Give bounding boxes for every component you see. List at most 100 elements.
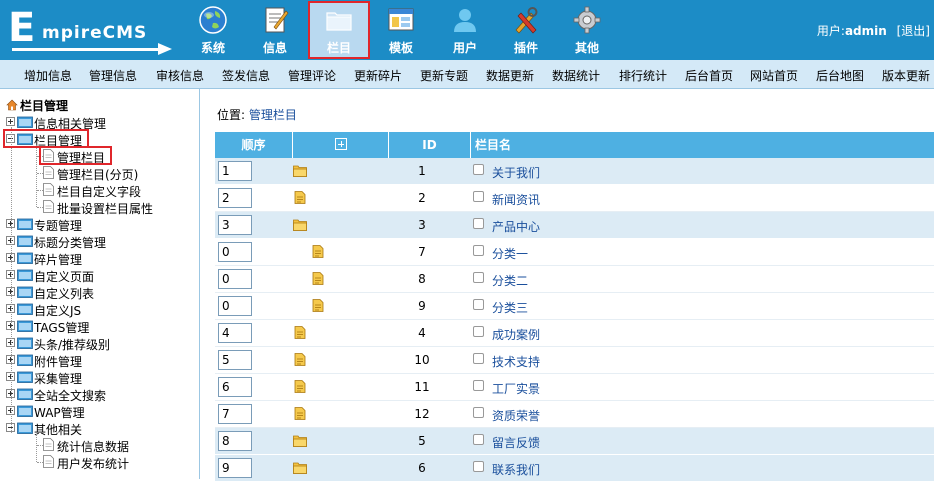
expand-icon[interactable] bbox=[6, 117, 15, 126]
category-name-link[interactable]: 成功案例 bbox=[492, 326, 540, 343]
topnav-item-3[interactable]: 模板 bbox=[373, 2, 429, 58]
category-id: 7 bbox=[418, 245, 426, 259]
category-name-link[interactable]: 资质荣誉 bbox=[492, 407, 540, 424]
subnav-item-10[interactable]: 后台首页 bbox=[685, 67, 733, 84]
subnav-item-0[interactable]: 增加信息 bbox=[24, 67, 72, 84]
tree-folder-label: 自定义JS bbox=[34, 304, 82, 318]
tree-folder-label: TAGS管理 bbox=[34, 321, 90, 335]
subnav-item-12[interactable]: 后台地图 bbox=[816, 67, 864, 84]
order-input[interactable] bbox=[218, 188, 252, 208]
category-name-link[interactable]: 工厂实景 bbox=[492, 380, 540, 397]
tree-folder-label: 碎片管理 bbox=[34, 253, 83, 267]
header-expand bbox=[293, 132, 389, 158]
select-checkbox[interactable] bbox=[473, 245, 484, 256]
select-checkbox[interactable] bbox=[473, 326, 484, 337]
category-name-link[interactable]: 分类一 bbox=[492, 245, 528, 262]
category-name-link[interactable]: 联系我们 bbox=[492, 461, 540, 478]
category-name-link[interactable]: 新闻资讯 bbox=[492, 191, 540, 208]
expand-all-icon[interactable] bbox=[334, 138, 347, 150]
folder-icon bbox=[17, 388, 33, 400]
category-name-link[interactable]: 分类三 bbox=[492, 299, 528, 316]
folder-icon[interactable] bbox=[293, 461, 307, 474]
select-checkbox[interactable] bbox=[473, 353, 484, 364]
subnav-item-1[interactable]: 管理信息 bbox=[89, 67, 137, 84]
topnav-item-4[interactable]: 用户 bbox=[437, 2, 493, 58]
tree-folder-label: 全站全文搜索 bbox=[34, 389, 107, 403]
file-icon[interactable] bbox=[293, 407, 307, 420]
subnav-item-7[interactable]: 数据更新 bbox=[486, 67, 534, 84]
folder-icon[interactable] bbox=[293, 218, 307, 231]
file-icon[interactable] bbox=[311, 272, 325, 285]
subnav-item-5[interactable]: 更新碎片 bbox=[354, 67, 402, 84]
empirecms-logo: E mpireCMS bbox=[8, 6, 178, 56]
topnav-item-5[interactable]: 插件 bbox=[498, 2, 554, 58]
subnav-item-4[interactable]: 管理评论 bbox=[288, 67, 336, 84]
subnav-item-6[interactable]: 更新专题 bbox=[420, 67, 468, 84]
order-input[interactable] bbox=[218, 269, 252, 289]
tree-folder-label: 头条/推荐级别 bbox=[34, 338, 111, 352]
topnav-item-2[interactable]: 栏目 bbox=[308, 1, 370, 59]
file-icon[interactable] bbox=[293, 191, 307, 204]
sub-navigation: 增加信息 管理信息 审核信息 签发信息 管理评论 更新碎片 更新专题 数据更新 数据统计 排行统计… bbox=[0, 60, 934, 89]
category-name-link[interactable]: 关于我们 bbox=[492, 164, 540, 181]
order-input[interactable] bbox=[218, 242, 252, 262]
order-input[interactable] bbox=[218, 215, 252, 235]
topnav-label: 栏目 bbox=[326, 41, 351, 55]
subnav-item-2[interactable]: 审核信息 bbox=[156, 67, 204, 84]
file-icon[interactable] bbox=[293, 353, 307, 366]
file-icon[interactable] bbox=[311, 299, 325, 312]
order-input[interactable] bbox=[218, 458, 252, 478]
select-checkbox[interactable] bbox=[473, 218, 484, 229]
folder-icon bbox=[17, 235, 33, 247]
logout-link[interactable]: [退出] bbox=[897, 24, 930, 38]
order-input[interactable] bbox=[218, 404, 252, 424]
file-icon[interactable] bbox=[311, 245, 325, 258]
order-input[interactable] bbox=[218, 431, 252, 451]
highlight-box bbox=[39, 146, 112, 165]
breadcrumb: 位置: 管理栏目 bbox=[217, 108, 297, 122]
folder-icon[interactable] bbox=[293, 434, 307, 447]
select-checkbox[interactable] bbox=[473, 272, 484, 283]
select-checkbox[interactable] bbox=[473, 461, 484, 472]
breadcrumb-link[interactable]: 管理栏目 bbox=[249, 108, 297, 122]
order-input[interactable] bbox=[218, 377, 252, 397]
topnav-item-1[interactable]: 信息 bbox=[247, 2, 303, 58]
subnav-item-8[interactable]: 数据统计 bbox=[552, 67, 600, 84]
tree-connector bbox=[37, 462, 43, 463]
select-checkbox[interactable] bbox=[473, 380, 484, 391]
document-icon bbox=[43, 200, 54, 213]
select-checkbox[interactable] bbox=[473, 407, 484, 418]
folder-icon bbox=[17, 218, 33, 230]
subnav-item-9[interactable]: 排行统计 bbox=[619, 67, 667, 84]
select-checkbox[interactable] bbox=[473, 299, 484, 310]
folder-icon[interactable] bbox=[293, 164, 307, 177]
category-id: 9 bbox=[418, 299, 426, 313]
table-row: 8 分类二 bbox=[215, 266, 934, 293]
select-checkbox[interactable] bbox=[473, 191, 484, 202]
category-name-link[interactable]: 分类二 bbox=[492, 272, 528, 289]
folder-icon bbox=[17, 252, 33, 264]
header-order: 顺序 bbox=[215, 132, 293, 158]
select-checkbox[interactable] bbox=[473, 164, 484, 175]
file-icon[interactable] bbox=[293, 326, 307, 339]
category-id: 10 bbox=[414, 353, 430, 367]
subnav-item-3[interactable]: 签发信息 bbox=[222, 67, 270, 84]
subnav-item-13[interactable]: 版本更新 bbox=[882, 67, 930, 84]
header-id: ID bbox=[389, 132, 471, 158]
category-name-link[interactable]: 技术支持 bbox=[492, 353, 540, 370]
order-input[interactable] bbox=[218, 161, 252, 181]
category-name-link[interactable]: 产品中心 bbox=[492, 218, 540, 235]
select-checkbox[interactable] bbox=[473, 434, 484, 445]
table-row: 3 产品中心 bbox=[215, 212, 934, 239]
table-row: 4 成功案例 bbox=[215, 320, 934, 347]
topnav-item-0[interactable]: 系统 bbox=[185, 2, 241, 58]
sidebar-tree: 栏目管理 信息相关管理 栏目管理 管理栏目 管理栏目(分页) 栏目自定义字段 批量设置栏目… bbox=[0, 89, 200, 479]
category-name-link[interactable]: 留言反馈 bbox=[492, 434, 540, 451]
order-input[interactable] bbox=[218, 296, 252, 316]
order-input[interactable] bbox=[218, 350, 252, 370]
topnav-item-6[interactable]: 其他 bbox=[559, 2, 615, 58]
subnav-item-11[interactable]: 网站首页 bbox=[750, 67, 798, 84]
order-input[interactable] bbox=[218, 323, 252, 343]
file-icon[interactable] bbox=[293, 380, 307, 393]
globe-icon bbox=[198, 5, 228, 35]
